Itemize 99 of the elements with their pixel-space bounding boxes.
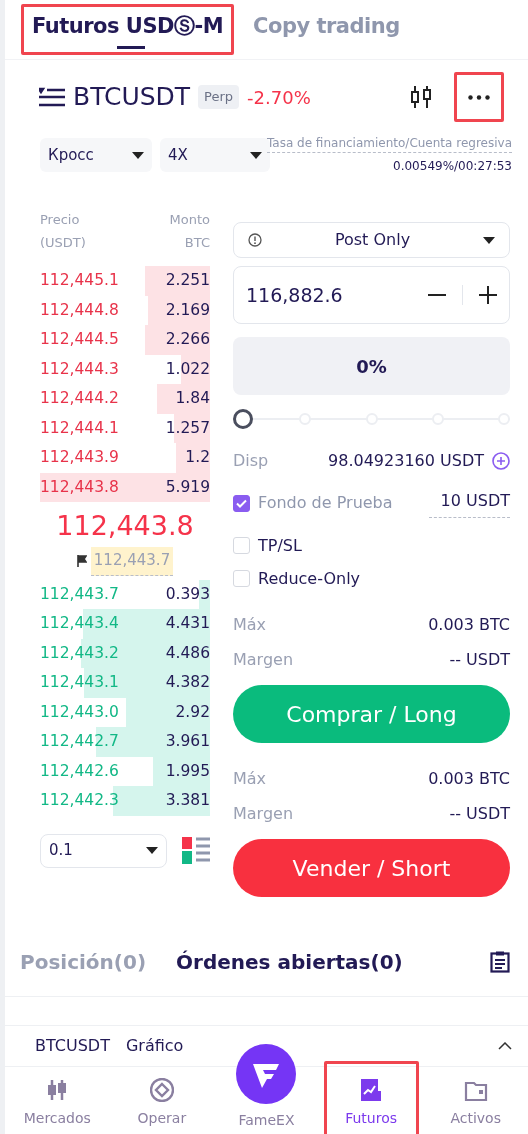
perp-badge: Perp xyxy=(198,85,240,109)
amount-cell-text: 2.92 xyxy=(175,701,210,723)
order-book-row[interactable]: 112,443.0 2.92 xyxy=(40,697,210,728)
amount-cell-text: 1.84 xyxy=(175,388,210,410)
amount-cell-text: 4.382 xyxy=(165,672,210,694)
chevron-up-icon xyxy=(498,1042,512,1050)
order-book-row[interactable]: 112,443.2 4.486 xyxy=(40,638,210,669)
book-layout-icon xyxy=(182,837,210,865)
price-cell[interactable]: 112,444.3 xyxy=(40,357,119,381)
order-book-row[interactable]: 112,442.3 3.381 xyxy=(40,786,210,816)
minus-icon xyxy=(428,294,446,296)
order-book-row[interactable]: 112,442.6 1.995 xyxy=(40,756,210,787)
option-label: Fondo de Prueba xyxy=(258,492,394,514)
funding-value: 0.00549%/00:27:53 xyxy=(393,158,512,175)
sell-button[interactable]: Vender / Short xyxy=(233,839,510,897)
symbol-name[interactable]: BTCUSDT xyxy=(73,78,191,116)
order-book-row[interactable]: 112,445.1 2.251 xyxy=(40,266,210,296)
column-header: Precio xyxy=(40,211,81,229)
plus-icon xyxy=(479,286,497,304)
amount-field[interactable]: 0% xyxy=(233,337,510,395)
caret-icon xyxy=(483,236,495,244)
amount-cell-text: 4.486 xyxy=(165,642,210,664)
order-book-row[interactable]: 112,443.4 4.431 xyxy=(40,609,210,639)
column-header: (USDT) xyxy=(40,234,86,252)
last-price: 112,443.8 xyxy=(55,509,195,543)
available-value: 98.04923160 USDT xyxy=(328,450,484,472)
info-icon xyxy=(248,233,262,247)
more-button[interactable] xyxy=(454,72,504,122)
price-cell[interactable]: 112,444.8 xyxy=(40,298,119,322)
order-book-row[interactable]: 112,443.7 0.393 xyxy=(40,579,210,610)
price-cell[interactable]: 112,444.5 xyxy=(40,328,119,352)
caret-icon xyxy=(146,847,158,855)
option-label: Reduce-Only xyxy=(258,567,362,590)
diamond-icon xyxy=(149,1078,174,1102)
menu-icon xyxy=(39,87,65,107)
field-value: -- USDT xyxy=(449,648,510,671)
order-book-row[interactable]: 112,443.8 5.919 xyxy=(40,472,210,502)
check-icon xyxy=(236,498,247,508)
amount-cell-text: 2.266 xyxy=(165,329,210,351)
amount-cell-text: 1.995 xyxy=(165,760,210,782)
order-book-row[interactable]: 112,444.5 2.266 xyxy=(40,325,210,355)
amount-cell-text: 5.919 xyxy=(165,476,210,498)
order-book-row[interactable]: 112,443.9 1.2 xyxy=(40,443,210,473)
field-label: Margen xyxy=(233,648,294,671)
nav-item[interactable]: Operar xyxy=(114,1067,210,1134)
price-field[interactable]: 116,882.6 xyxy=(233,266,510,324)
checkbox[interactable] xyxy=(233,494,250,512)
price-cell[interactable]: 112,443.8 xyxy=(40,475,119,499)
caret-icon xyxy=(132,151,144,159)
amount-cell-text: 1.2 xyxy=(185,447,210,469)
add-icon xyxy=(492,452,510,470)
amount-value[interactable]: 10 USDT xyxy=(428,488,510,518)
amount-cell-text: 2.169 xyxy=(165,299,210,321)
tab[interactable]: Futuros USDⓈ-M xyxy=(21,3,235,56)
amount-cell-text: 1.257 xyxy=(165,417,210,439)
order-book-row[interactable]: 112,443.1 4.382 xyxy=(40,668,210,698)
amount-cell-text: 0.393 xyxy=(165,583,210,605)
price-change: -2.70% xyxy=(247,85,311,110)
flag-icon xyxy=(77,555,87,568)
order-type-select[interactable]: Post Only xyxy=(233,222,510,258)
nav-item[interactable]: Futuros xyxy=(323,1061,419,1134)
mark-price: 112,443.7 xyxy=(91,546,173,576)
order-book-row[interactable]: 112,444.8 2.169 xyxy=(40,295,210,325)
candlestick-icon xyxy=(410,85,432,109)
amount-cell-text: 4.431 xyxy=(165,613,210,635)
price-cell[interactable]: 112,443.9 xyxy=(40,446,119,470)
chart-label: Gráfico xyxy=(125,1035,185,1057)
option-label: TP/SL xyxy=(258,534,303,557)
amount-cell-text: 2.251 xyxy=(165,270,210,292)
available-label: Disp xyxy=(233,450,270,472)
margin-mode-select[interactable]: Кросс xyxy=(40,138,152,172)
field-label: Máx xyxy=(233,767,267,790)
slider-thumb[interactable] xyxy=(233,409,253,429)
chart-symbol: BTCUSDT xyxy=(35,1035,110,1057)
leverage-select[interactable]: 4X xyxy=(160,138,270,172)
field-value: 0.003 BTC xyxy=(428,767,510,790)
clipboard-icon xyxy=(490,950,510,973)
more-icon xyxy=(468,94,490,100)
nav-item[interactable]: Activos xyxy=(428,1067,524,1134)
price-cell[interactable]: 112,444.2 xyxy=(40,387,119,411)
amount-cell-text: 3.961 xyxy=(165,731,210,753)
field-label: Margen xyxy=(233,802,294,825)
amount-cell-text: 3.381 xyxy=(165,790,210,812)
price-cell[interactable]: 112,445.1 xyxy=(40,269,119,293)
chart-icon xyxy=(359,1078,384,1102)
column-header: BTC xyxy=(183,234,210,252)
order-book-row[interactable]: 112,444.3 1.022 xyxy=(40,354,210,384)
order-book-row[interactable]: 112,444.1 1.257 xyxy=(40,413,210,443)
field-value: 0.003 BTC xyxy=(428,613,510,636)
column-header: Monto xyxy=(169,211,210,229)
precision-select[interactable]: 0.1 xyxy=(40,833,167,868)
order-book-row[interactable]: 112,444.2 1.84 xyxy=(40,384,210,414)
field-value: -- USDT xyxy=(449,802,510,825)
price-cell[interactable]: 112,444.1 xyxy=(40,416,119,440)
order-book-row[interactable]: 112,442.7 3.961 xyxy=(40,727,210,757)
amount-cell-text: 1.022 xyxy=(165,358,210,380)
caret-icon xyxy=(250,151,262,159)
field-label: Máx xyxy=(233,613,267,636)
nav-item[interactable]: Mercados xyxy=(9,1067,105,1134)
